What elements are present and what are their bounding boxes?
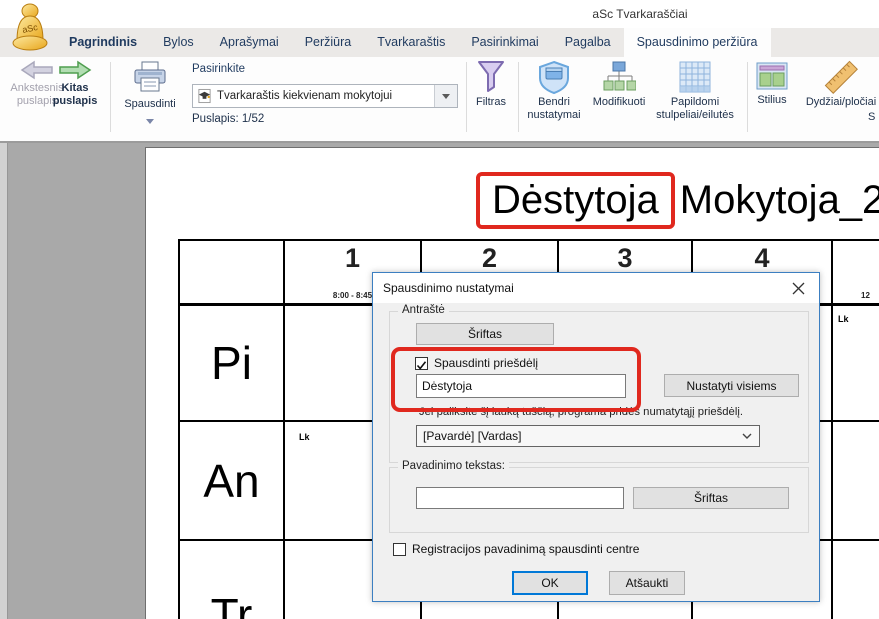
title-prefix: Dėstytoja (492, 178, 659, 222)
timetable-title: Dėstytoja Mokytoja_2 (476, 172, 879, 229)
clipped-group-label: S (868, 111, 875, 123)
app-window: aSc Tvarkaraščiai aSc Pagrindinis Bylos … (0, 0, 879, 619)
teacher-timetable-icon (197, 88, 212, 104)
name-format-value: [Pavardė] [Vardas] (417, 429, 735, 443)
shield-icon (537, 60, 571, 94)
prefix-text-input[interactable] (416, 374, 626, 398)
center-title-checkbox[interactable] (393, 543, 406, 556)
prefix-hint-text: Jei paliksite šį lauką tuščią, programa … (419, 406, 743, 418)
sizes-widths-button[interactable]: Dydžiai/pločiai (796, 60, 879, 109)
sizes-widths-label: Dydžiai/pločiai (796, 96, 879, 109)
center-title-checkbox-label[interactable]: Registracijos pavadinimą spausdinti cent… (412, 542, 639, 556)
chevron-down-icon (735, 433, 759, 439)
period-time: 12 (833, 291, 870, 300)
ruler-icon (823, 60, 859, 94)
ribbon-separator (518, 62, 519, 132)
dropdown-arrow-icon (146, 119, 154, 124)
print-button[interactable]: Spausdinti (116, 60, 184, 129)
ribbon-separator (747, 62, 748, 132)
extra-columns-button[interactable]: Papildomi stulpeliai/eilutės (648, 60, 742, 122)
arrow-right-icon (58, 60, 92, 80)
asc-bell-logo-icon: aSc (10, 3, 50, 54)
day-label-tr: Tr (180, 541, 285, 619)
select-label: Pasirinkite (192, 63, 245, 75)
canvas-edge-strip (0, 143, 8, 619)
extra-columns-label: Papildomi stulpeliai/eilutės (648, 96, 742, 122)
ok-button[interactable]: OK (512, 571, 588, 595)
day-label-pi: Pi (180, 306, 285, 422)
tab-bylos[interactable]: Bylos (150, 28, 207, 57)
set-for-all-button[interactable]: Nustatyti visiems (664, 374, 799, 397)
tab-pagalba[interactable]: Pagalba (552, 28, 624, 57)
ribbon-separator (110, 62, 111, 132)
next-page-label: Kitas puslapis (46, 82, 104, 108)
next-page-button[interactable]: Kitas puslapis (46, 60, 104, 108)
day-label-an: An (180, 422, 285, 541)
schedule-type-value: Tvarkaraštis kiekvienam mokytojui (212, 90, 434, 102)
filter-button[interactable]: Filtras (470, 60, 512, 109)
chevron-down-icon (442, 94, 450, 99)
period-number: 3 (559, 243, 691, 274)
dialog-close-button[interactable] (777, 273, 819, 303)
print-settings-dialog: Spausdinimo nustatymai Antraštė Šriftas … (372, 272, 820, 602)
org-chart-icon (602, 60, 636, 94)
lesson-note: Lk (299, 432, 310, 442)
title-prefix-annotation: Dėstytoja (476, 172, 675, 229)
filter-label: Filtras (470, 96, 512, 109)
lesson-note: Lk (838, 314, 849, 324)
style-button[interactable]: Stilius (750, 60, 794, 107)
cancel-button[interactable]: Atšaukti (609, 571, 685, 595)
ribbon: Ankstesnis puslapis Kitas puslapis Spaus… (0, 57, 879, 143)
modify-button[interactable]: Modifikuoti (584, 60, 654, 109)
period-number: 4 (693, 243, 831, 274)
title-font-button[interactable]: Šriftas (633, 487, 789, 509)
period-number: 1 (285, 243, 420, 274)
window-title: aSc Tvarkaraščiai (530, 7, 750, 21)
name-format-combobox[interactable]: [Pavardė] [Vardas] (416, 425, 760, 447)
close-icon (792, 282, 805, 295)
schedule-type-combobox[interactable]: Tvarkaraštis kiekvienam mokytojui (192, 84, 458, 108)
schedule-type-dropdown-button[interactable] (434, 85, 457, 107)
title-bar: aSc Tvarkaraščiai (0, 0, 879, 28)
lesson-cell (833, 422, 879, 541)
tab-aprasymai[interactable]: Aprašymai (207, 28, 292, 57)
print-prefix-checkbox-label[interactable]: Spausdinti priešdėlį (434, 356, 538, 370)
tab-perziura[interactable]: Peržiūra (292, 28, 365, 57)
funnel-icon (476, 60, 506, 94)
period-number: 2 (422, 243, 557, 274)
general-settings-label: Bendri nustatymai (522, 96, 586, 122)
modify-label: Modifikuoti (584, 96, 654, 109)
header-group-legend: Antraštė (398, 304, 449, 316)
print-prefix-checkbox[interactable] (415, 357, 428, 370)
title-text-input[interactable] (416, 487, 624, 509)
lesson-cell (833, 541, 879, 619)
title-text-group-legend: Pavadinimo tekstas: (398, 460, 509, 472)
page-indicator: Puslapis: 1/52 (192, 113, 264, 125)
general-settings-button[interactable]: Bendri nustatymai (522, 60, 586, 122)
style-label: Stilius (750, 94, 794, 107)
lesson-cell: Lk (833, 306, 879, 422)
ribbon-separator (466, 62, 467, 132)
dialog-title-bar[interactable]: Spausdinimo nustatymai (373, 273, 819, 303)
tab-pagrindinis[interactable]: Pagrindinis (56, 28, 150, 57)
title-rest: Mokytoja_2 (680, 178, 879, 223)
checkmark-icon (416, 360, 427, 371)
period-header-5: 12 (833, 241, 879, 306)
tab-pasirinkimai[interactable]: Pasirinkimai (458, 28, 551, 57)
corner-cell (180, 241, 285, 306)
dialog-title: Spausdinimo nustatymai (383, 281, 514, 295)
printer-icon (132, 60, 168, 96)
tab-spausdinimo-perziura[interactable]: Spausdinimo peržiūra (624, 28, 771, 57)
header-font-button[interactable]: Šriftas (416, 323, 554, 345)
grid-icon (679, 60, 711, 94)
print-label: Spausdinti (116, 98, 184, 111)
style-window-icon (755, 60, 789, 92)
ribbon-tab-bar: Pagrindinis Bylos Aprašymai Peržiūra Tva… (0, 28, 879, 57)
tab-tvarkarastis[interactable]: Tvarkaraštis (364, 28, 458, 57)
